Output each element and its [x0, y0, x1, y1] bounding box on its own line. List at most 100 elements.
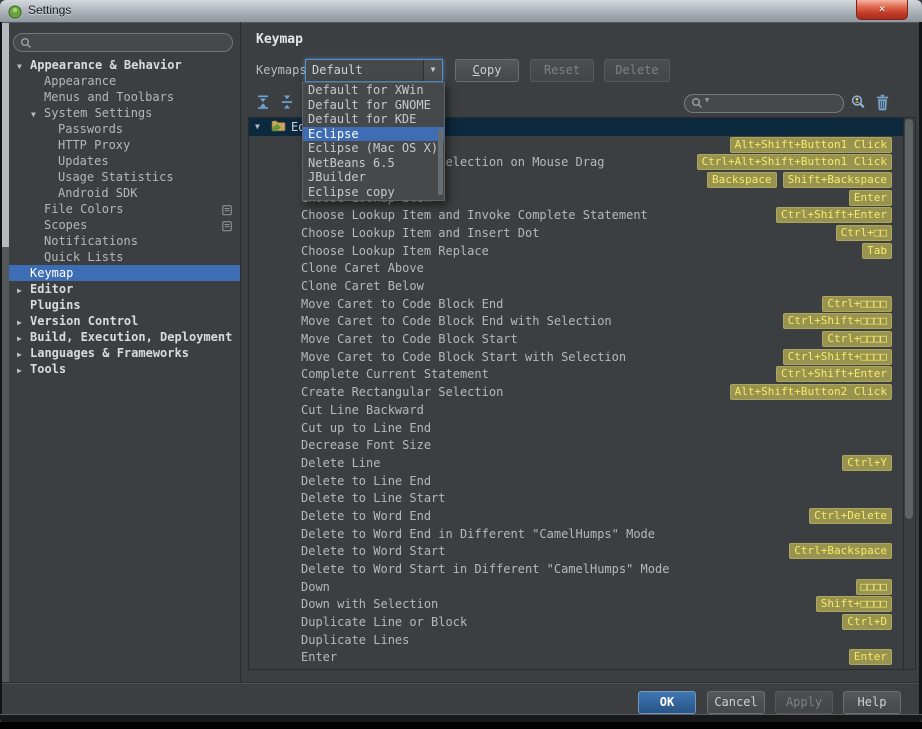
left-scrollbar-thumb[interactable] [2, 23, 9, 247]
find-by-shortcut-icon[interactable] [850, 94, 868, 112]
keymap-action-row-delete-to-word-start[interactable]: Delete to Word StartCtrl+Backspace [249, 543, 904, 561]
action-label: Move Caret to Code Block End [301, 297, 503, 311]
sidebar-item-label: Menus and Toolbars [44, 90, 174, 104]
dropdown-option-default-for-gnome[interactable]: Default for GNOME [303, 98, 444, 113]
sidebar-item-languages-frameworks[interactable]: ▶Languages & Frameworks [9, 345, 240, 361]
sidebar-item-version-control[interactable]: ▶Version Control [9, 313, 240, 329]
keymap-action-row-move-caret-to-code-block-end-with-selection[interactable]: Move Caret to Code Block End with Select… [249, 313, 904, 331]
keymap-action-row-create-rectangular-selection[interactable]: Create Rectangular SelectionAlt+Shift+Bu… [249, 383, 904, 401]
keymap-action-row-move-caret-to-code-block-start[interactable]: Move Caret to Code Block StartCtrl+□□□□ [249, 330, 904, 348]
sidebar-item-http-proxy[interactable]: HTTP Proxy [9, 137, 240, 153]
action-label: Duplicate Lines [301, 633, 409, 647]
footer-divider [2, 682, 919, 683]
shortcut-badge: Alt+Shift+Button2 Click [730, 384, 892, 400]
sidebar-item-keymap[interactable]: Keymap [9, 265, 240, 281]
keymap-action-row-move-caret-to-code-block-start-with-selection[interactable]: Move Caret to Code Block Start with Sele… [249, 348, 904, 366]
keymap-action-row-cut-line-backward[interactable]: Cut Line Backward [249, 401, 904, 419]
left-scrollbar-track[interactable] [2, 247, 9, 682]
shortcut-chips: Ctrl+Backspace [789, 543, 892, 559]
sidebar-item-scopes[interactable]: Scopes [9, 217, 240, 233]
dropdown-option-default-for-kde[interactable]: Default for KDE [303, 112, 444, 127]
search-icon [20, 37, 32, 49]
keymap-action-row-enter[interactable]: EnterEnter [249, 649, 904, 667]
delete-button: Delete [604, 59, 670, 82]
dropdown-option-default-for-xwin[interactable]: Default for XWin [303, 83, 444, 98]
sidebar-item-android-sdk[interactable]: Android SDK [9, 185, 240, 201]
action-label: Decrease Font Size [301, 438, 431, 452]
popup-scrollbar-thumb[interactable] [438, 129, 443, 195]
keymap-action-row-clone-caret-above[interactable]: Clone Caret Above [249, 260, 904, 278]
keymap-combobox[interactable]: Default ▼ [305, 59, 443, 82]
expand-arrow-icon[interactable]: ▶ [17, 363, 30, 377]
keymap-action-row-duplicate-line-or-block[interactable]: Duplicate Line or BlockCtrl+D [249, 613, 904, 631]
sidebar-item-appearance-behavior[interactable]: ▼Appearance & Behavior [9, 57, 240, 73]
shortcut-badge: Shift+Backspace [783, 172, 892, 188]
collapse-arrow-icon[interactable]: ▼ [255, 122, 269, 131]
dropdown-option-netbeans-6-5[interactable]: NetBeans 6.5 [303, 156, 444, 171]
page-title: Keymap [256, 32, 303, 47]
sidebar-item-menus-and-toolbars[interactable]: Menus and Toolbars [9, 89, 240, 105]
keymap-action-row-delete-line[interactable]: Delete LineCtrl+Y [249, 454, 904, 472]
keymap-action-row-delete-to-word-end[interactable]: Delete to Word EndCtrl+Delete [249, 507, 904, 525]
sidebar-item-label: File Colors [44, 202, 123, 216]
keymap-action-row-down-with-selection[interactable]: Down with SelectionShift+□□□□ [249, 596, 904, 614]
close-button[interactable]: ✕ [856, 0, 908, 20]
shortcut-chips: Enter [849, 190, 892, 206]
sidebar-item-notifications[interactable]: Notifications [9, 233, 240, 249]
action-label: Delete to Word End [301, 509, 431, 523]
shortcut-badge: Ctrl+D [842, 614, 892, 630]
keymap-action-row-delete-to-word-end-in-different-camelhumps-mode[interactable]: Delete to Word End in Different "CamelHu… [249, 525, 904, 543]
button-label: Cancel [708, 692, 764, 712]
settings-tree: ▼Appearance & BehaviorAppearanceMenus an… [9, 57, 240, 377]
keymap-action-row-choose-lookup-item-replace[interactable]: Choose Lookup Item ReplaceTab [249, 242, 904, 260]
keymap-action-row-down[interactable]: Down□□□□ [249, 578, 904, 596]
dropdown-option-eclipse-copy[interactable]: Eclipse copy [303, 185, 444, 200]
keymap-action-row-delete-to-line-start[interactable]: Delete to Line Start [249, 489, 904, 507]
titlebar[interactable]: Settings ✕ [0, 0, 922, 23]
chevron-down-icon[interactable]: ▼ [423, 60, 442, 81]
expand-all-icon[interactable] [255, 94, 273, 112]
cancel-button[interactable]: Cancel [707, 691, 765, 714]
sidebar-search-input[interactable] [13, 33, 233, 52]
sidebar-item-label: Editor [30, 282, 73, 296]
keymap-action-row-delete-to-word-start-in-different-camelhumps-mode[interactable]: Delete to Word Start in Different "Camel… [249, 560, 904, 578]
sidebar-item-file-colors[interactable]: File Colors [9, 201, 240, 217]
keymap-action-row-cut-up-to-line-end[interactable]: Cut up to Line End [249, 419, 904, 437]
sidebar-item-build-execution-deployment[interactable]: ▶Build, Execution, Deployment [9, 329, 240, 345]
filter-options-chevron-icon[interactable]: ▼ [705, 96, 709, 104]
dropdown-option-eclipse[interactable]: Eclipse [303, 127, 444, 142]
sidebar-item-system-settings[interactable]: ▼System Settings [9, 105, 240, 121]
copy-button[interactable]: Copy [455, 59, 519, 82]
shortcut-filter-input[interactable]: ▼ [684, 94, 844, 113]
sidebar-item-passwords[interactable]: Passwords [9, 121, 240, 137]
dropdown-option-jbuilder[interactable]: JBuilder [303, 170, 444, 185]
collapse-all-icon[interactable] [279, 94, 297, 112]
sidebar-item-label: HTTP Proxy [58, 138, 130, 152]
keymap-action-row-duplicate-lines[interactable]: Duplicate Lines [249, 631, 904, 649]
sidebar-divider [240, 22, 241, 682]
keymap-action-row-choose-lookup-item-and-insert-dot[interactable]: Choose Lookup Item and Insert DotCtrl+□□ [249, 224, 904, 242]
list-scrollbar-track[interactable] [903, 117, 916, 670]
keymap-action-row-move-caret-to-code-block-end[interactable]: Move Caret to Code Block EndCtrl+□□□□ [249, 295, 904, 313]
list-scrollbar-thumb[interactable] [905, 119, 913, 519]
sidebar-item-editor[interactable]: ▶Editor [9, 281, 240, 297]
dropdown-option-eclipse-mac-os-x[interactable]: Eclipse (Mac OS X) [303, 141, 444, 156]
keymap-action-row-delete-to-line-end[interactable]: Delete to Line End [249, 472, 904, 490]
sidebar-item-appearance[interactable]: Appearance [9, 73, 240, 89]
button-label: Apply [776, 692, 832, 712]
keymap-action-row-choose-lookup-item-and-invoke-complete-statement[interactable]: Choose Lookup Item and Invoke Complete S… [249, 206, 904, 224]
sidebar-item-plugins[interactable]: Plugins [9, 297, 240, 313]
shortcut-chips: BackspaceShift+Backspace [707, 172, 892, 188]
trash-icon[interactable] [875, 94, 893, 112]
keymap-action-row-decrease-font-size[interactable]: Decrease Font Size [249, 436, 904, 454]
sidebar-item-tools[interactable]: ▶Tools [9, 361, 240, 377]
sidebar-item-updates[interactable]: Updates [9, 153, 240, 169]
sidebar-item-label: Languages & Frameworks [30, 346, 189, 360]
sidebar-item-quick-lists[interactable]: Quick Lists [9, 249, 240, 265]
help-button[interactable]: Help [843, 691, 901, 714]
sidebar-item-usage-statistics[interactable]: Usage Statistics [9, 169, 240, 185]
keymap-action-row-clone-caret-below[interactable]: Clone Caret Below [249, 277, 904, 295]
button-label: Delete [605, 60, 669, 80]
ok-button[interactable]: OK [638, 691, 696, 714]
keymap-action-row-complete-current-statement[interactable]: Complete Current StatementCtrl+Shift+Ent… [249, 366, 904, 384]
